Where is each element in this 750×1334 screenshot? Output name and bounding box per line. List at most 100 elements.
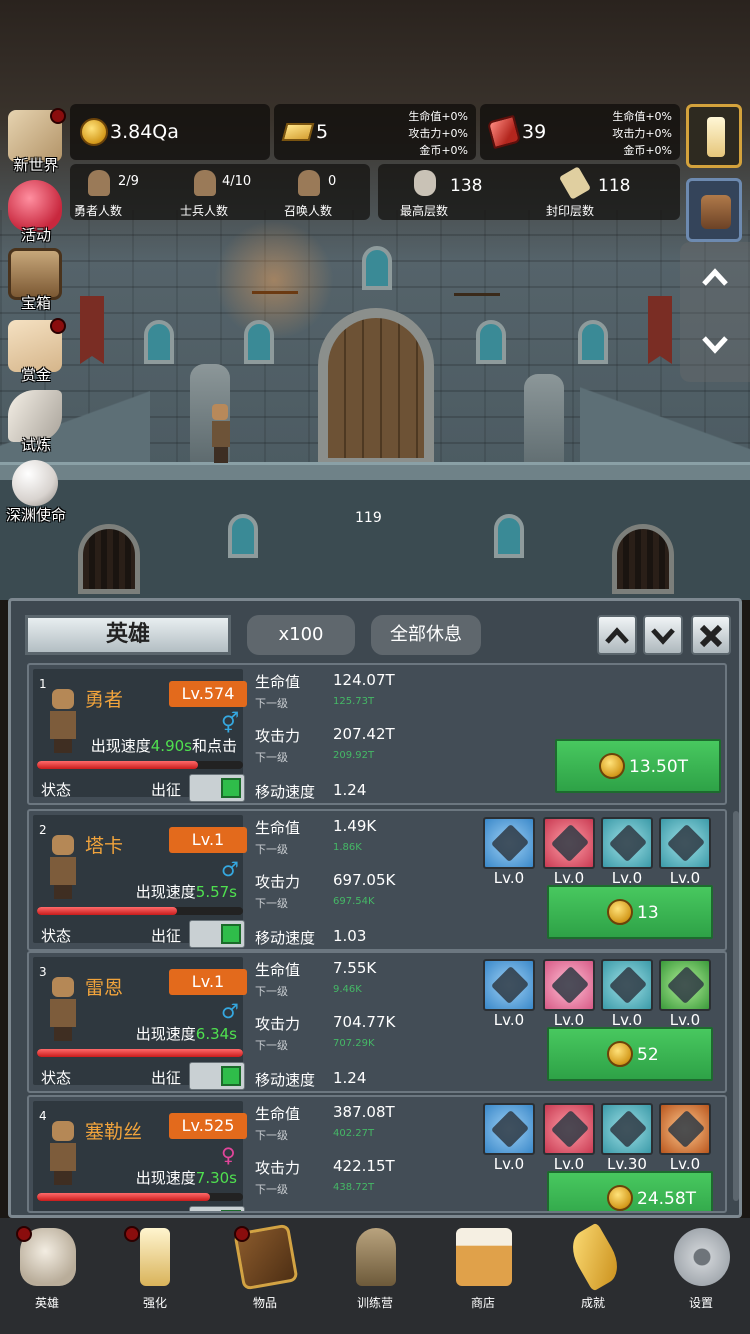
hero-sprite <box>47 1121 79 1187</box>
spawn-speed: 出现速度4.90s和点击 <box>90 737 237 755</box>
sword-icon[interactable] <box>483 959 535 1011</box>
side-event[interactable]: 活动 <box>0 178 72 250</box>
bottom-nav: 英雄 强化 物品 训练营 商店 成就 设置 <box>0 1218 750 1334</box>
nav-achievements[interactable]: 成就 <box>548 1222 638 1324</box>
hero-index: 1 <box>39 677 47 691</box>
side-trial[interactable]: 试炼 <box>0 388 72 460</box>
deploy-label: 出征 <box>151 1211 181 1213</box>
hp-bar <box>37 761 243 769</box>
next-level-label: 下一级 <box>255 1183 288 1196</box>
next-level-label: 下一级 <box>255 1129 288 1142</box>
bonus-atk: 攻击力+0% <box>408 127 468 140</box>
boots-icon[interactable] <box>601 817 653 869</box>
gold-coin-icon <box>80 118 108 146</box>
side-chest[interactable]: 宝箱 <box>0 246 72 318</box>
upgrade-button[interactable]: 13 <box>547 885 713 939</box>
state-label: 状态 <box>41 927 72 945</box>
nav-items[interactable]: 物品 <box>220 1223 310 1324</box>
nav-shop[interactable]: 商店 <box>438 1224 528 1324</box>
hero-name: 雷恩 <box>85 977 124 999</box>
hero-sprite <box>47 977 79 1043</box>
key-icon <box>564 1222 626 1292</box>
side-abyss-mission[interactable]: 深渊使命 <box>0 458 72 530</box>
gender-icon: ♂ <box>221 857 239 881</box>
boots-icon[interactable] <box>601 1103 653 1155</box>
notification-dot <box>234 1226 250 1242</box>
chandelier-icon <box>252 280 298 294</box>
cage-icon[interactable] <box>659 1103 711 1155</box>
deploy-toggle[interactable] <box>189 920 245 948</box>
nav-settings[interactable]: 设置 <box>656 1224 746 1324</box>
panel-close-button[interactable] <box>691 615 731 655</box>
upgrade-button[interactable]: 13.50T <box>555 739 721 793</box>
hero-level-badge: Lv.525 <box>169 1113 247 1139</box>
atk-next-value: 697.54K <box>333 896 375 907</box>
deploy-toggle[interactable] <box>189 1206 245 1211</box>
gold-bar-icon <box>281 123 315 141</box>
hp-next-value: 402.27T <box>333 1128 375 1139</box>
scroll-up-button[interactable] <box>700 262 730 292</box>
blade-icon[interactable] <box>543 959 595 1011</box>
hp-bar-fill <box>37 761 198 769</box>
candle-button[interactable] <box>686 104 742 168</box>
hp-label: 生命值 <box>255 1105 301 1123</box>
fang-icon[interactable] <box>543 1103 595 1155</box>
move-speed-label: 移动速度 <box>255 929 316 947</box>
hp-bar <box>37 907 243 915</box>
hp-bar-fill <box>37 1049 243 1057</box>
list-scrollbar[interactable] <box>733 811 739 1201</box>
window <box>362 246 392 290</box>
sealed-floor: 118 封印层数 <box>528 164 678 220</box>
upgrade-button[interactable]: 24.58T <box>547 1171 713 1211</box>
deploy-toggle[interactable] <box>189 774 245 802</box>
nav-enhance[interactable]: 强化 <box>110 1224 200 1324</box>
dungeon-door <box>318 308 434 468</box>
gear-level: Lv.0 <box>493 1011 525 1029</box>
notification-dot <box>16 1226 32 1242</box>
hero-card[interactable]: 3 雷恩 Lv.1 ♂ 出现速度6.34s 状态 出征 生命值 7.55K 下一… <box>27 951 727 1093</box>
axe-icon[interactable] <box>483 817 535 869</box>
upgrade-button[interactable]: 52 <box>547 1027 713 1081</box>
nav-training-camp[interactable]: 训练营 <box>330 1224 420 1324</box>
hero-card[interactable]: 4 塞勒丝 Lv.525 ♀ 出现速度7.30s 状态 出征 生命值 387.0… <box>27 1095 727 1213</box>
gender-icon: ⚥ <box>221 711 240 735</box>
backpack-icon <box>701 195 731 229</box>
hero-card[interactable]: 1 勇者 Lv.574 ⚥ 出现速度4.90s和点击 状态 出征 生命值 124… <box>27 663 727 805</box>
atk-next-value: 707.29K <box>333 1038 375 1049</box>
panel-up-button[interactable] <box>597 615 637 655</box>
hero-card[interactable]: 2 塔卡 Lv.1 ♂ 出现速度5.57s 状态 出征 生命值 1.49K 下一… <box>27 809 727 951</box>
move-speed-value: 1.03 <box>333 927 367 945</box>
rest-all-button[interactable]: 全部休息 <box>371 615 481 655</box>
chandelier-icon <box>454 282 500 296</box>
tab-hero[interactable]: 英雄 <box>25 615 231 655</box>
backpack-button[interactable] <box>686 178 742 242</box>
gold-coin-icon <box>607 1185 633 1211</box>
hp-next-value: 125.73T <box>333 696 375 707</box>
boots-icon[interactable] <box>601 959 653 1011</box>
floor-scroll-pad <box>680 242 750 382</box>
bonus-gold: 金币+0% <box>623 144 672 157</box>
star-shield-icon[interactable] <box>483 1103 535 1155</box>
gold-bar-bonus: 生命值+0% 攻击力+0% 金币+0% <box>408 108 468 159</box>
atk-next-value: 438.72T <box>333 1182 375 1193</box>
gear-level: Lv.0 <box>493 869 525 887</box>
hero-sprite[interactable] <box>212 404 230 464</box>
hero-portrait: 1 勇者 Lv.574 ⚥ 出现速度4.90s和点击 状态 出征 <box>33 669 247 802</box>
multiplier-button[interactable]: x100 <box>247 615 355 655</box>
hero-index: 3 <box>39 965 47 979</box>
panel-down-button[interactable] <box>643 615 683 655</box>
nav-hero[interactable]: 英雄 <box>2 1224 92 1324</box>
hp-value: 124.07T <box>333 671 395 689</box>
hero-level-badge: Lv.574 <box>169 681 247 707</box>
scroll-down-button[interactable] <box>700 330 730 360</box>
gold-coin-icon <box>599 753 625 779</box>
hero-sprite <box>47 689 79 755</box>
serpent-icon[interactable] <box>659 959 711 1011</box>
side-new-world[interactable]: 新世界 <box>0 108 72 180</box>
hammer-icon[interactable] <box>659 817 711 869</box>
deploy-toggle[interactable] <box>189 1062 245 1090</box>
double-axe-icon[interactable] <box>543 817 595 869</box>
gold-bar-value: 5 <box>316 121 329 143</box>
side-bounty[interactable]: 赏金 <box>0 318 72 390</box>
hero-count: 2/9 勇者人数 <box>70 164 170 220</box>
